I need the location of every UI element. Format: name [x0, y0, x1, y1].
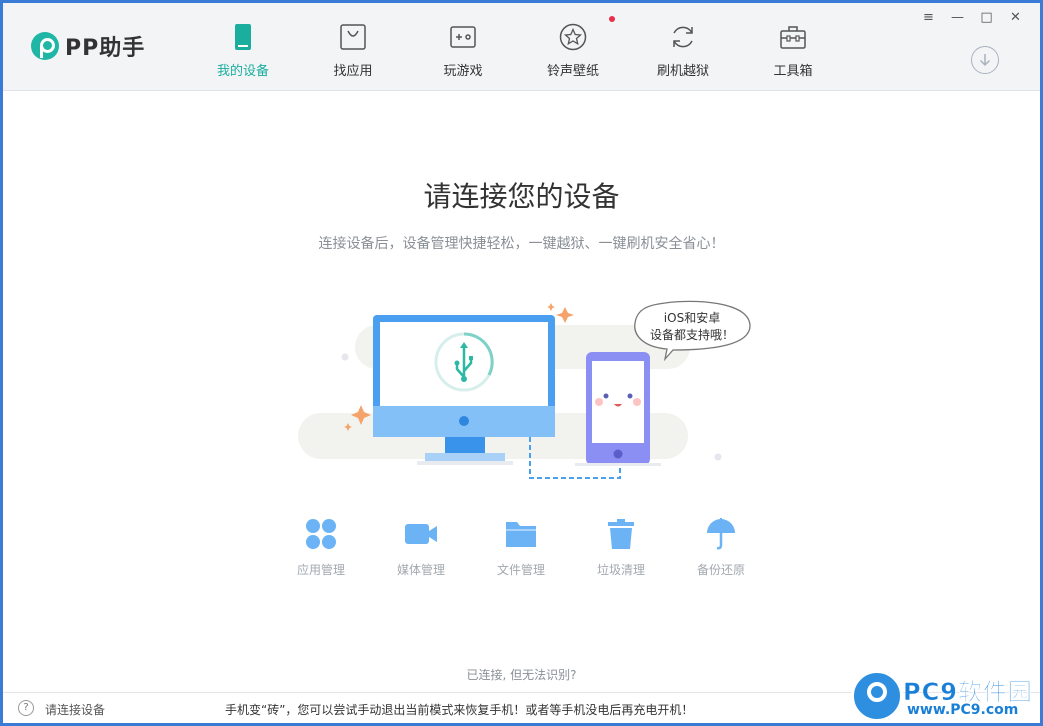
- tab-my-device[interactable]: 我的设备: [188, 3, 298, 90]
- page-subtitle: 连接设备后，设备管理快捷轻松，一键越狱、一键刷机安全省心！: [318, 236, 725, 252]
- apps-icon: [306, 519, 336, 549]
- tab-toolbox[interactable]: 工具箱: [738, 3, 848, 90]
- toolbox-icon: [780, 26, 806, 49]
- tab-label: 我的设备: [216, 64, 269, 79]
- tip-message: 手机变“砖”，您可以尝试手动退出当前模式来恢复手机！或者等手机没电后再充电开机！: [225, 703, 694, 717]
- feature-list: 应用管理 媒体管理 文件管理 垃圾清理 备份还原: [271, 517, 771, 578]
- feature-label: 备份还原: [696, 563, 745, 577]
- maximize-button[interactable]: □: [972, 7, 1001, 27]
- tab-label: 铃声壁纸: [546, 64, 599, 79]
- download-arrow-icon: [979, 54, 991, 67]
- tab-find-apps[interactable]: 找应用: [298, 3, 408, 90]
- watermark-url: www.PC9.com: [907, 702, 1019, 718]
- umbrella-icon: [707, 518, 735, 550]
- star-icon: [559, 23, 587, 51]
- tab-label: 工具箱: [773, 64, 813, 79]
- tab-label: 刷机越狱: [656, 64, 709, 79]
- page-title: 请连接您的设备: [423, 180, 620, 213]
- feature-media-management: 媒体管理: [371, 517, 471, 578]
- tab-label: 找应用: [333, 64, 373, 79]
- feature-app-management: 应用管理: [271, 517, 371, 578]
- refresh-icon: [673, 26, 693, 48]
- folder-icon: [506, 522, 536, 547]
- watermark-logo-icon: [851, 670, 903, 722]
- help-icon[interactable]: ?: [18, 700, 34, 716]
- tab-flash-jailbreak[interactable]: 刷机越狱: [628, 3, 738, 90]
- feature-label: 文件管理: [496, 563, 545, 577]
- header: PP助手 我的设备 找应用 玩游戏 铃声壁纸 刷机越狱 工具箱 ≡ — □ ✕: [3, 3, 1040, 91]
- close-button[interactable]: ✕: [1001, 7, 1030, 27]
- connect-device-illustration: iOS和安卓 设备都支持哦！: [298, 300, 751, 479]
- shopping-bag-icon: [340, 24, 366, 50]
- pp-logo-icon: [31, 32, 59, 60]
- feature-backup-restore: 备份还原: [671, 517, 771, 578]
- main-nav: 我的设备 找应用 玩游戏 铃声壁纸 刷机越狱 工具箱: [188, 3, 848, 90]
- toolbox-badge: [609, 16, 615, 22]
- feature-label: 媒体管理: [396, 563, 445, 577]
- feature-label: 垃圾清理: [596, 563, 645, 577]
- tab-games[interactable]: 玩游戏: [408, 3, 518, 90]
- gamepad-icon: [450, 26, 476, 48]
- app-logo: PP助手: [31, 30, 145, 62]
- logo-text: PP助手: [65, 36, 146, 61]
- feature-label: 应用管理: [296, 563, 345, 577]
- download-button[interactable]: [971, 46, 999, 74]
- video-camera-icon: [405, 524, 437, 544]
- window-controls: ≡ — □ ✕: [914, 7, 1030, 27]
- watermark: PC9软件园 www.PC9.com: [851, 670, 1043, 726]
- app-window: PP助手 我的设备 找应用 玩游戏 铃声壁纸 刷机越狱 工具箱 ≡ — □ ✕ …: [3, 3, 1040, 723]
- trash-icon: [608, 519, 634, 549]
- bubble-line1: iOS和安卓: [664, 310, 720, 325]
- feature-file-management: 文件管理: [471, 517, 571, 578]
- feature-junk-cleanup: 垃圾清理: [571, 517, 671, 578]
- minimize-button[interactable]: —: [943, 7, 972, 27]
- device-icon: [235, 24, 251, 50]
- tab-label: 玩游戏: [443, 64, 483, 79]
- connection-status: 请连接设备: [45, 703, 106, 717]
- bubble-line2: 设备都支持哦！: [650, 327, 734, 342]
- menu-button[interactable]: ≡: [914, 7, 943, 27]
